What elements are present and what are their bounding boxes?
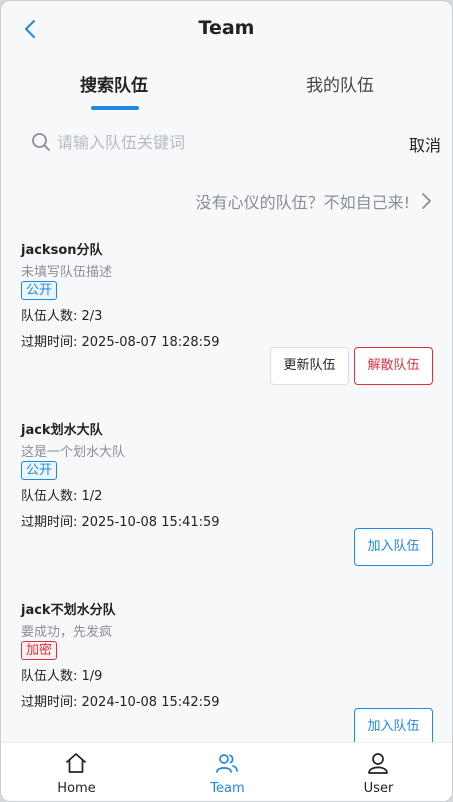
team-card: jack划水大队 这是一个划水大队 公开 队伍人数: 1/2 过期时间: 202… — [1, 419, 452, 589]
team-members: 队伍人数: 1/2 — [21, 489, 103, 504]
team-description: 这是一个划水大队 — [21, 445, 126, 460]
team-icon — [216, 754, 238, 773]
team-name: jackson分队 — [21, 243, 103, 258]
chevron-right-icon — [422, 193, 431, 209]
nav-bar: Team — [1, 1, 452, 57]
join-team-button[interactable]: 加入队伍 — [354, 708, 433, 746]
team-expire-time: 过期时间: 2025-08-07 18:28:59 — [21, 335, 220, 350]
team-card: jackson分队 未填写队伍描述 公开 队伍人数: 2/3 过期时间: 202… — [1, 239, 452, 409]
tabbar-label: Team — [210, 781, 245, 796]
tabbar-label: User — [363, 781, 394, 796]
active-tab-indicator — [91, 106, 139, 110]
page-title: Team — [198, 17, 255, 39]
update-team-button[interactable]: 更新队伍 — [270, 347, 349, 385]
team-expire-time: 过期时间: 2025-10-08 15:41:59 — [21, 515, 220, 530]
search-input[interactable] — [57, 132, 377, 152]
team-name: jack划水大队 — [21, 423, 103, 438]
team-expire-time: 过期时间: 2024-10-08 15:42:59 — [21, 695, 220, 710]
cancel-button[interactable]: 取消 — [409, 132, 441, 156]
home-icon — [66, 753, 86, 773]
status-badge: 加密 — [21, 641, 58, 660]
bottom-tab-bar: Home Team User — [1, 742, 452, 801]
team-description: 未填写队伍描述 — [21, 265, 113, 280]
status-badge: 公开 — [21, 461, 58, 480]
tabbar-home[interactable]: Home — [1, 743, 152, 801]
dissolve-team-button[interactable]: 解散队伍 — [354, 347, 433, 385]
app-screen: Team 搜索队伍 我的队伍 取消 没有心仪的队伍？不如自己来! jackson… — [0, 0, 453, 802]
tab-my-teams[interactable]: 我的队伍 — [227, 71, 452, 96]
create-team-link[interactable]: 没有心仪的队伍？不如自己来! — [196, 189, 432, 213]
team-name: jack不划水分队 — [21, 603, 116, 618]
tab-search-teams[interactable]: 搜索队伍 — [1, 71, 227, 96]
search-icon — [32, 133, 50, 151]
search-box — [21, 125, 397, 159]
team-description: 要成功，先发疯 — [21, 625, 113, 640]
tabbar-user[interactable]: User — [303, 743, 452, 801]
status-badge: 公开 — [21, 281, 58, 300]
tabbar-label: Home — [57, 781, 96, 796]
create-team-hint: 没有心仪的队伍？不如自己来! — [195, 193, 410, 212]
user-icon — [368, 753, 388, 774]
team-members: 队伍人数: 2/3 — [21, 309, 103, 324]
team-members: 队伍人数: 1/9 — [21, 669, 103, 684]
join-team-button[interactable]: 加入队伍 — [354, 528, 433, 566]
tabbar-team[interactable]: Team — [152, 743, 303, 801]
tab-bar: 搜索队伍 我的队伍 — [1, 63, 452, 113]
